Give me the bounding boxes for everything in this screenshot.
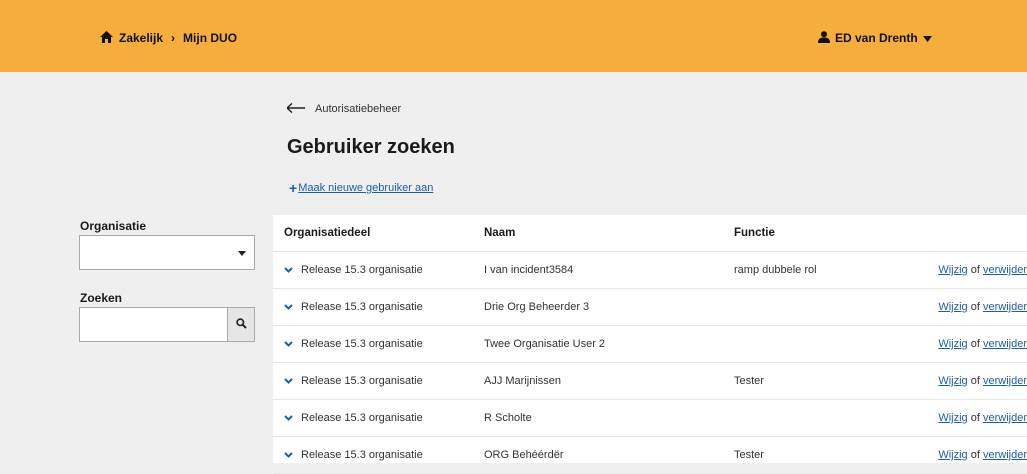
breadcrumb-item-mijn-duo[interactable]: Mijn DUO — [183, 31, 237, 45]
table-row: Release 15.3 organisatie Drie Org Beheer… — [273, 288, 1027, 326]
cell-actions: Wijzig of verwijder — [909, 362, 1027, 400]
home-icon[interactable] — [100, 30, 113, 46]
chevron-down-icon[interactable] — [284, 338, 293, 350]
organisatiedeel-text: Release 15.3 organisatie — [301, 263, 423, 276]
new-user-link[interactable]: + Maak nieuwe gebruiker aan — [289, 180, 433, 196]
edit-link[interactable]: Wijzig — [938, 375, 967, 387]
search-button[interactable] — [227, 307, 255, 342]
table-row: Release 15.3 organisatie AJJ Marijnissen… — [273, 362, 1027, 400]
user-name: ED van Drenth — [835, 31, 918, 45]
breadcrumb: Zakelijk › Mijn DUO — [100, 30, 237, 46]
cell-actions: Wijzig of verwijder — [909, 399, 1027, 437]
edit-link[interactable]: Wijzig — [938, 264, 967, 276]
results-table: Organisatiedeel Naam Functie Release 15.… — [273, 215, 1027, 474]
chevron-down-icon[interactable] — [284, 264, 293, 276]
cell-naam: ORG Behéérdër — [484, 436, 734, 474]
organisatiedeel-text: Release 15.3 organisatie — [301, 337, 423, 350]
or-text: of — [970, 449, 980, 461]
edit-link[interactable]: Wijzig — [938, 412, 967, 424]
delete-link[interactable]: verwijder — [983, 338, 1027, 350]
plus-icon: + — [289, 180, 298, 196]
cell-functie — [734, 288, 909, 326]
edit-link[interactable]: Wijzig — [938, 449, 967, 461]
cell-naam: Twee Organisatie User 2 — [484, 325, 734, 363]
delete-link[interactable]: verwijder — [983, 449, 1027, 461]
cell-naam: AJJ Marijnissen — [484, 362, 734, 400]
or-text: of — [970, 338, 980, 350]
cell-functie: ramp dubbele rol — [734, 251, 909, 289]
column-header-actions — [909, 215, 1027, 252]
organisatiedeel-text: Release 15.3 organisatie — [301, 300, 423, 313]
user-icon — [818, 30, 830, 46]
page-title: Gebruiker zoeken — [287, 136, 455, 158]
column-header-functie[interactable]: Functie — [734, 215, 909, 252]
organisatie-select[interactable] — [79, 235, 255, 270]
cell-naam: R Scholte — [484, 399, 734, 437]
chevron-down-icon[interactable] — [284, 375, 293, 387]
arrow-left-icon — [286, 101, 305, 117]
chevron-down-icon[interactable] — [284, 449, 293, 461]
column-header-naam[interactable]: Naam — [484, 215, 734, 252]
cell-functie — [734, 399, 909, 437]
delete-link[interactable]: verwijder — [983, 264, 1027, 276]
cell-actions: Wijzig of verwijder — [909, 288, 1027, 326]
cell-organisatiedeel: Release 15.3 organisatie — [273, 436, 484, 474]
back-link-label: Autorisatiebeheer — [315, 103, 402, 115]
table-row: Release 15.3 organisatie I van incident3… — [273, 251, 1027, 289]
cell-actions: Wijzig of verwijder — [909, 436, 1027, 474]
organisatiedeel-text: Release 15.3 organisatie — [301, 374, 423, 387]
results-panel: Organisatiedeel Naam Functie Release 15.… — [273, 215, 1027, 474]
organisatie-label: Organisatie — [80, 219, 147, 233]
organisatiedeel-text: Release 15.3 organisatie — [301, 411, 423, 424]
cell-naam: Drie Org Beheerder 3 — [484, 288, 734, 326]
organisatiedeel-text: Release 15.3 organisatie — [301, 448, 423, 461]
edit-link[interactable]: Wijzig — [938, 301, 967, 313]
cell-organisatiedeel: Release 15.3 organisatie — [273, 251, 484, 289]
breadcrumb-item-zakelijk[interactable]: Zakelijk — [119, 31, 163, 45]
or-text: of — [970, 375, 980, 387]
user-menu[interactable]: ED van Drenth — [818, 30, 932, 46]
new-user-label: Maak nieuwe gebruiker aan — [298, 182, 434, 194]
cell-organisatiedeel: Release 15.3 organisatie — [273, 362, 484, 400]
table-header-row: Organisatiedeel Naam Functie — [273, 215, 1027, 252]
cell-actions: Wijzig of verwijder — [909, 251, 1027, 289]
or-text: of — [970, 264, 980, 276]
cell-organisatiedeel: Release 15.3 organisatie — [273, 399, 484, 437]
cell-functie — [734, 325, 909, 363]
top-bar: Zakelijk › Mijn DUO ED van Drenth — [0, 0, 1027, 72]
or-text: of — [970, 412, 980, 424]
cell-functie: Tester — [734, 362, 909, 400]
breadcrumb-separator: › — [171, 31, 176, 45]
chevron-down-icon[interactable] — [284, 412, 293, 424]
caret-down-icon — [922, 31, 932, 45]
cell-functie: Tester — [734, 436, 909, 474]
chevron-down-icon[interactable] — [284, 301, 293, 313]
delete-link[interactable]: verwijder — [983, 375, 1027, 387]
caret-down-icon — [238, 251, 246, 256]
delete-link[interactable]: verwijder — [983, 412, 1027, 424]
search-input[interactable] — [79, 307, 227, 342]
delete-link[interactable]: verwijder — [983, 301, 1027, 313]
table-row: Release 15.3 organisatie R Scholte Wijzi… — [273, 399, 1027, 437]
cell-naam: I van incident3584 — [484, 251, 734, 289]
table-row: Release 15.3 organisatie Twee Organisati… — [273, 325, 1027, 363]
table-row: Release 15.3 organisatie ORG Behéérdër T… — [273, 436, 1027, 474]
back-link[interactable]: Autorisatiebeheer — [286, 100, 402, 118]
or-text: of — [970, 301, 980, 313]
search-icon — [235, 316, 247, 334]
cell-organisatiedeel: Release 15.3 organisatie — [273, 288, 484, 326]
cell-organisatiedeel: Release 15.3 organisatie — [273, 325, 484, 363]
column-header-organisatiedeel[interactable]: Organisatiedeel — [273, 215, 484, 252]
cell-actions: Wijzig of verwijder — [909, 325, 1027, 363]
zoeken-label: Zoeken — [80, 291, 123, 305]
edit-link[interactable]: Wijzig — [938, 338, 967, 350]
